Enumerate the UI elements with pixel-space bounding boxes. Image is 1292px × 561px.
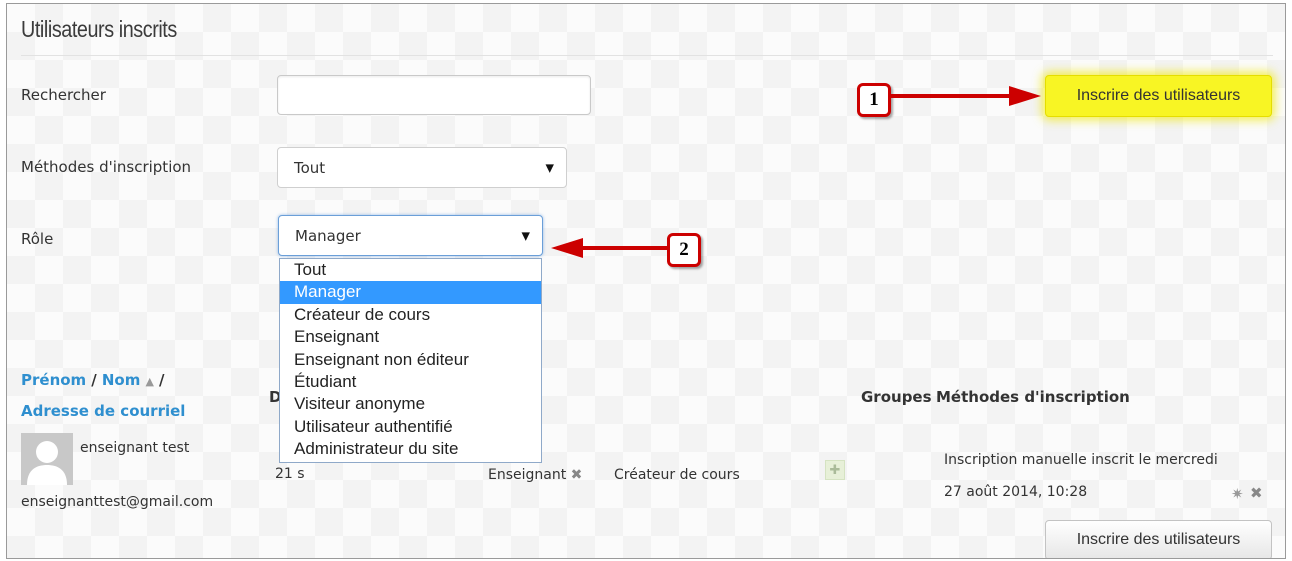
role-option[interactable]: Administrateur du site: [280, 438, 541, 460]
enrol-users-button-top[interactable]: Inscrire des utilisateurs: [1045, 75, 1272, 117]
annotation-badge-2: 2: [667, 233, 701, 267]
enrol-users-button-bottom[interactable]: Inscrire des utilisateurs: [1045, 520, 1272, 558]
annotation-arrow-1: [889, 86, 1041, 106]
sort-lastname-link[interactable]: Nom: [102, 371, 141, 389]
role-option[interactable]: Tout: [280, 259, 541, 281]
column-header-methods: Méthodes d'inscription: [936, 388, 1130, 406]
role-select[interactable]: Manager ▼: [278, 215, 543, 256]
last-access: 21 s: [275, 466, 305, 482]
role-option[interactable]: Créateur de cours: [280, 304, 541, 326]
caret-down-icon: ▼: [545, 161, 554, 174]
role-course-creator: Créateur de cours: [614, 467, 740, 483]
annotation-arrow-2: [551, 238, 673, 258]
sort-email-link[interactable]: Adresse de courriel: [21, 402, 185, 420]
role-select-value: Manager: [295, 226, 361, 245]
sort-separator: /: [91, 371, 97, 389]
role-option[interactable]: Enseignant non éditeur: [280, 349, 541, 371]
sort-header: Prénom / Nom ▲ /: [21, 370, 165, 389]
user-fullname[interactable]: enseignant test: [80, 440, 189, 456]
add-group-icon[interactable]: ✚: [825, 460, 845, 480]
caret-down-icon: ▼: [521, 229, 530, 242]
search-label: Rechercher: [21, 86, 106, 104]
title-divider: [21, 55, 1273, 56]
methods-label: Méthodes d'inscription: [21, 158, 192, 176]
sort-separator: /: [159, 371, 165, 389]
role-option[interactable]: Visiteur anonyme: [280, 393, 541, 415]
sort-firstname-link[interactable]: Prénom: [21, 371, 86, 389]
page-title: Utilisateurs inscrits: [21, 16, 177, 42]
annotation-badge-1: 1: [857, 83, 891, 117]
remove-role-icon[interactable]: ✖: [571, 467, 583, 483]
enrolled-users-panel: Utilisateurs inscrits Rechercher Méthode…: [6, 3, 1286, 559]
role-label: Rôle: [21, 230, 54, 248]
role-option[interactable]: Enseignant: [280, 326, 541, 348]
role-teacher-label: Enseignant: [488, 467, 567, 483]
role-dropdown-list[interactable]: Tout Manager Créateur de cours Enseignant En…: [279, 258, 542, 463]
avatar: [21, 433, 73, 485]
column-header-groups: Groupes: [861, 388, 932, 406]
user-email: enseignanttest@gmail.com: [21, 494, 214, 510]
role-option[interactable]: Utilisateur authentifié: [280, 416, 541, 438]
enrol-method-line1: Inscription manuelle inscrit le mercredi: [944, 452, 1218, 468]
search-input[interactable]: [277, 75, 591, 115]
enrol-method-line2: 27 août 2014, 10:28: [944, 484, 1088, 500]
methods-select-value: Tout: [294, 158, 326, 177]
role-teacher: Enseignant ✖: [488, 467, 582, 483]
methods-select[interactable]: Tout ▼: [277, 147, 567, 188]
role-option[interactable]: Manager: [280, 281, 541, 304]
gear-icon[interactable]: ✷: [1231, 485, 1244, 503]
sort-asc-icon: ▲: [145, 375, 154, 388]
unenrol-icon[interactable]: ✖: [1250, 484, 1263, 502]
role-option[interactable]: Étudiant: [280, 371, 541, 393]
